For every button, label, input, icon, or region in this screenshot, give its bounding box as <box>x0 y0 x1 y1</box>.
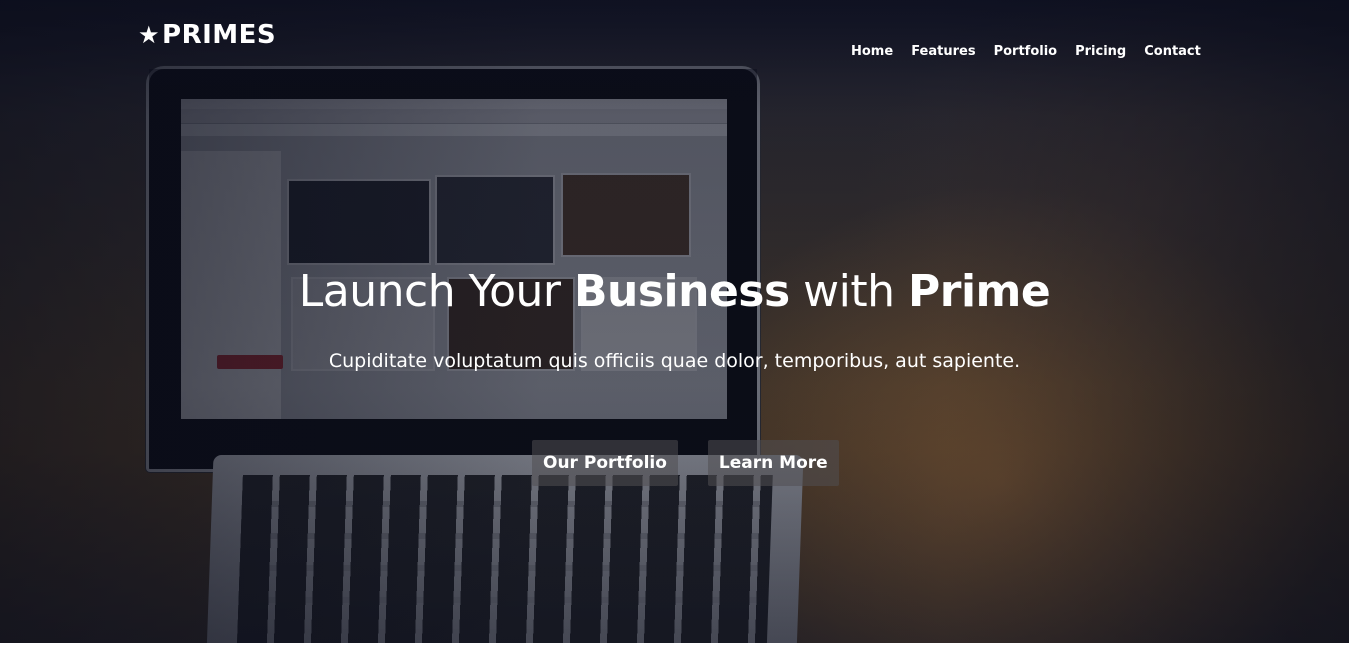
nav-pricing[interactable]: Pricing <box>1075 44 1126 59</box>
learn-more-button[interactable]: Learn More <box>707 440 839 486</box>
main-nav: Home Features Portfolio Pricing Contact <box>851 44 1219 59</box>
hero-headline: Launch Your Business with Prime <box>0 262 1349 322</box>
nav-portfolio[interactable]: Portfolio <box>994 44 1058 59</box>
brand-logo[interactable]: ★ PRIMES <box>138 20 276 50</box>
our-portfolio-button[interactable]: Our Portfolio <box>532 440 678 486</box>
brand-name: PRIMES <box>162 20 277 50</box>
nav-home[interactable]: Home <box>851 44 893 59</box>
hero-buttons: Our Portfolio Learn More <box>532 440 839 486</box>
hero-subtitle: Cupiditate voluptatum quis officiis quae… <box>328 350 1021 372</box>
nav-contact[interactable]: Contact <box>1144 44 1201 59</box>
hero-section: ★ PRIMES Home Features Portfolio Pricing… <box>0 0 1349 643</box>
headline-bold-1: Business <box>574 266 790 317</box>
nav-features[interactable]: Features <box>911 44 975 59</box>
headline-text-1: Launch Your <box>298 266 574 317</box>
headline-bold-2: Prime <box>908 266 1051 317</box>
star-icon: ★ <box>138 21 161 49</box>
headline-text-2: with <box>789 266 909 317</box>
